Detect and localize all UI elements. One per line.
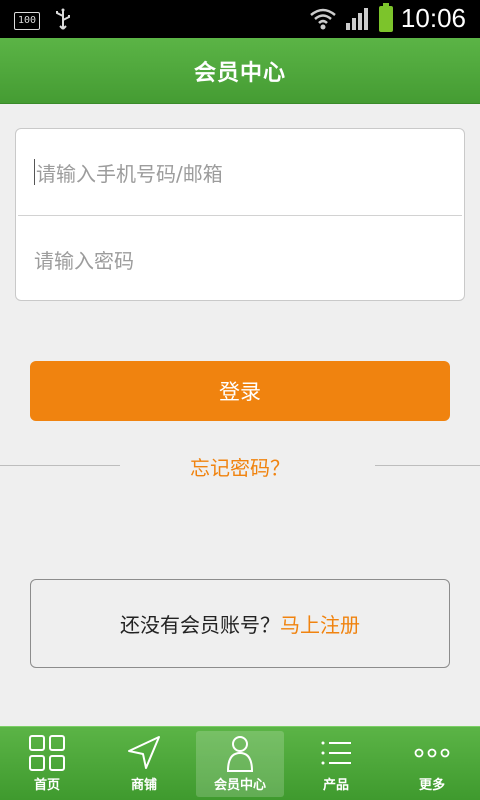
register-link[interactable]: 马上注册: [280, 609, 360, 638]
status-right: 10:06: [309, 2, 466, 34]
grid-icon: [29, 735, 65, 771]
phone-email-placeholder: 请输入手机号码/邮箱: [36, 161, 223, 186]
status-left: 100: [14, 8, 72, 33]
tab-member-center-label: 会员中心: [213, 778, 266, 793]
signal-icon: [345, 7, 368, 30]
page-title: 会员中心: [193, 60, 286, 86]
list-icon: [319, 735, 353, 771]
tab-member-center[interactable]: 会员中心: [196, 731, 284, 797]
forgot-password-row: 忘记密码？: [0, 450, 480, 482]
tab-more[interactable]: 更多: [388, 727, 476, 800]
bottom-tab-bar: 首页 商铺 会员中心 产品 更多: [0, 726, 480, 800]
login-button-label: 登录: [219, 380, 261, 404]
tab-products-label: 产品: [322, 778, 349, 793]
login-button[interactable]: 登录: [30, 361, 450, 421]
clock: 10:06: [400, 3, 466, 33]
header-bar: 会员中心: [0, 38, 480, 104]
status-bar: 100 10:06: [0, 0, 480, 38]
more-dots-icon: [414, 735, 450, 771]
battery-icon: [378, 2, 393, 32]
phone-email-input[interactable]: 请输入手机号码/邮箱: [16, 129, 464, 215]
register-prompt: 还没有会员账号？: [120, 613, 280, 637]
tab-shops[interactable]: 商铺: [100, 727, 188, 800]
password-input[interactable]: 请输入密码: [16, 216, 464, 302]
register-box: 还没有会员账号？ 马上注册: [30, 579, 450, 668]
tab-home[interactable]: 首页: [3, 727, 91, 800]
tab-products[interactable]: 产品: [292, 727, 380, 800]
tab-home-label: 首页: [33, 778, 60, 793]
text-cursor: [34, 159, 35, 185]
login-form-card: 请输入手机号码/邮箱 请输入密码: [15, 128, 465, 301]
password-placeholder: 请输入密码: [34, 248, 134, 273]
navigation-arrow-icon: [126, 735, 162, 771]
tab-more-label: 更多: [418, 778, 445, 793]
usb-icon: [54, 8, 72, 33]
tab-shops-label: 商铺: [130, 778, 157, 793]
person-icon: [225, 735, 255, 772]
wifi-icon: [310, 8, 336, 29]
battery-percent-icon: 100: [14, 11, 40, 30]
forgot-password-link[interactable]: 忘记密码？: [0, 452, 480, 481]
